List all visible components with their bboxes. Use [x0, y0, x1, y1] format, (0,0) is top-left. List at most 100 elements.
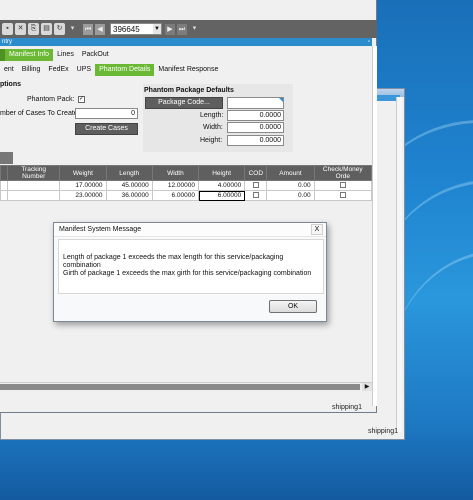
cod-cell[interactable] — [244, 180, 268, 191]
phantom-pack-checkbox[interactable]: ✓ — [78, 96, 85, 103]
table-row[interactable]: 17.00000 45.00000 12.00000 4.00000 0.00 — [0, 180, 373, 191]
chevron-down-icon[interactable]: ▼ — [153, 24, 161, 34]
tracking-cell[interactable] — [7, 190, 61, 201]
length-input[interactable]: 0.0000 — [227, 110, 284, 121]
corner-marker-icon — [279, 98, 283, 102]
scrollbar-thumb[interactable] — [0, 384, 360, 390]
background-window-scrollbar[interactable] — [396, 97, 402, 432]
weight-cell[interactable]: 23.00000 — [59, 190, 107, 201]
message-line-1: Length of package 1 exceeds the max leng… — [63, 254, 284, 261]
last-record-icon[interactable]: ⏭ — [177, 24, 187, 35]
column-header-check[interactable]: Check/Money Orde — [313, 165, 373, 181]
tracking-cell[interactable] — [7, 180, 61, 191]
window-title: ntry — [2, 39, 13, 45]
width-input[interactable]: 0.0000 — [227, 122, 284, 133]
close-icon[interactable]: X — [311, 224, 323, 235]
dropdown-arrow-icon[interactable]: ▾ — [67, 23, 78, 35]
create-cases-button[interactable]: Create Cases — [75, 123, 138, 135]
height-cell[interactable]: 4.00000 — [198, 180, 246, 191]
column-header-amount[interactable]: Amount — [266, 165, 315, 181]
tab-packout[interactable]: PackOut — [78, 49, 113, 61]
grid-header-row: Tracking Number Weight Length Width Heig… — [0, 165, 373, 181]
background-window-status-user: shipping1 — [368, 428, 398, 435]
tab-phantom-details[interactable]: Phantom Details — [95, 64, 155, 76]
phantom-defaults-panel: Phantom Package Defaults Package Code...… — [143, 84, 293, 152]
height-label: Height: — [200, 137, 223, 144]
tab-lines[interactable]: Lines — [53, 49, 78, 61]
width-cell[interactable]: 12.00000 — [151, 180, 200, 191]
tab-fedex[interactable]: FedEx — [44, 64, 72, 76]
next-record-icon[interactable]: ▶ — [165, 24, 175, 35]
refresh-icon[interactable]: ↻ — [54, 23, 65, 35]
column-header-length[interactable]: Length — [105, 165, 153, 181]
length-cell[interactable]: 36.00000 — [105, 190, 153, 201]
column-header-tracking[interactable]: Tracking Number — [7, 165, 61, 181]
scroll-right-icon[interactable]: ▶ — [362, 383, 372, 391]
check-cell[interactable] — [313, 190, 373, 201]
dialog-titlebar: Manifest System Message X — [54, 223, 326, 237]
tab-manifest-info[interactable]: Manifest Info — [5, 49, 54, 61]
vertical-scrollbar[interactable] — [372, 46, 377, 406]
message-line-2: combination — [63, 262, 101, 269]
tab-ups[interactable]: UPS — [73, 64, 95, 76]
cod-cell[interactable] — [244, 190, 268, 201]
delete-icon[interactable]: ✕ — [15, 23, 26, 35]
table-row[interactable]: 23.00000 36.00000 6.00000 6.00000 0.00 — [0, 190, 373, 201]
packages-grid: Tracking Number Weight Length Width Heig… — [0, 165, 373, 201]
message-line-3: Girth of package 1 exceeds the max girth… — [63, 270, 312, 277]
pin-icon[interactable]: ▫ — [368, 38, 370, 46]
amount-cell[interactable]: 0.00 — [266, 180, 315, 191]
width-label: Width: — [203, 124, 223, 131]
options-panel: ptions Phantom Pack: ✓ mber of Cases To … — [0, 78, 142, 150]
manifest-message-dialog: Manifest System Message X Length of pack… — [53, 222, 327, 322]
column-header-width[interactable]: Width — [151, 165, 200, 181]
tab-client[interactable]: ent — [0, 64, 18, 76]
column-header-cod[interactable]: COD — [244, 165, 268, 181]
order-number-value: 396645 — [113, 25, 140, 34]
window-title-strip: ntry ▫ — [0, 38, 372, 46]
ok-button[interactable]: OK — [269, 300, 317, 313]
grid-toolbar — [0, 152, 13, 164]
manifest-window: ▪ ✕ ⎘ ▤ ↻ ▾ ⏮ ◀ 396645 ▼ ▶ ⏭ ▾ ntry ▫ Ma… — [0, 0, 377, 413]
save-icon[interactable]: ▪ — [2, 23, 13, 35]
copy-icon[interactable]: ⎘ — [28, 23, 39, 35]
column-header-weight[interactable]: Weight — [59, 165, 107, 181]
package-code-input[interactable] — [227, 97, 284, 109]
first-record-icon[interactable]: ⏮ — [83, 24, 93, 35]
tab-manifest-response[interactable]: Manifest Response — [154, 64, 222, 76]
phantom-defaults-title: Phantom Package Defaults — [144, 87, 234, 94]
dialog-message: Length of package 1 exceeds the max leng… — [58, 239, 324, 294]
row-selector-header — [0, 165, 9, 181]
weight-cell[interactable]: 17.00000 — [59, 180, 107, 191]
row-selector[interactable] — [0, 180, 9, 191]
check-cell[interactable] — [313, 180, 373, 191]
cod-checkbox[interactable] — [252, 191, 259, 198]
order-number-combo[interactable]: 396645 ▼ — [110, 23, 162, 35]
column-header-height[interactable]: Height — [198, 165, 246, 181]
horizontal-scrollbar[interactable]: ▶ — [0, 382, 372, 391]
height-input[interactable]: 0.0000 — [227, 135, 284, 146]
width-cell[interactable]: 6.00000 — [151, 190, 200, 201]
amount-cell[interactable]: 0.00 — [266, 190, 315, 201]
height-cell[interactable]: 6.00000 — [198, 190, 246, 201]
primary-tabs: Manifest Info Lines PackOut — [0, 49, 113, 61]
cases-to-create-input[interactable]: 0 — [75, 108, 138, 119]
secondary-tabs: ent Billing FedEx UPS Phantom Details Ma… — [0, 64, 222, 76]
package-code-button[interactable]: Package Code... — [145, 97, 223, 109]
check-money-order-checkbox[interactable] — [339, 181, 346, 188]
length-cell[interactable]: 45.00000 — [105, 180, 153, 191]
previous-record-icon[interactable]: ◀ — [95, 24, 105, 35]
length-label: Length: — [200, 112, 224, 119]
toolbar: ▪ ✕ ⎘ ▤ ↻ ▾ ⏮ ◀ 396645 ▼ ▶ ⏭ ▾ — [0, 20, 377, 38]
row-selector[interactable] — [0, 190, 9, 201]
phantom-pack-label: Phantom Pack: — [27, 96, 75, 103]
options-title: ptions — [0, 81, 21, 88]
more-icon[interactable]: ▾ — [189, 23, 200, 35]
cases-to-create-label: mber of Cases To Create: — [0, 110, 80, 117]
paste-icon[interactable]: ▤ — [41, 23, 52, 35]
status-user: shipping1 — [332, 404, 362, 411]
dialog-title: Manifest System Message — [59, 226, 142, 233]
tab-billing[interactable]: Billing — [18, 64, 45, 76]
cod-checkbox[interactable] — [252, 181, 259, 188]
check-money-order-checkbox[interactable] — [339, 191, 346, 198]
